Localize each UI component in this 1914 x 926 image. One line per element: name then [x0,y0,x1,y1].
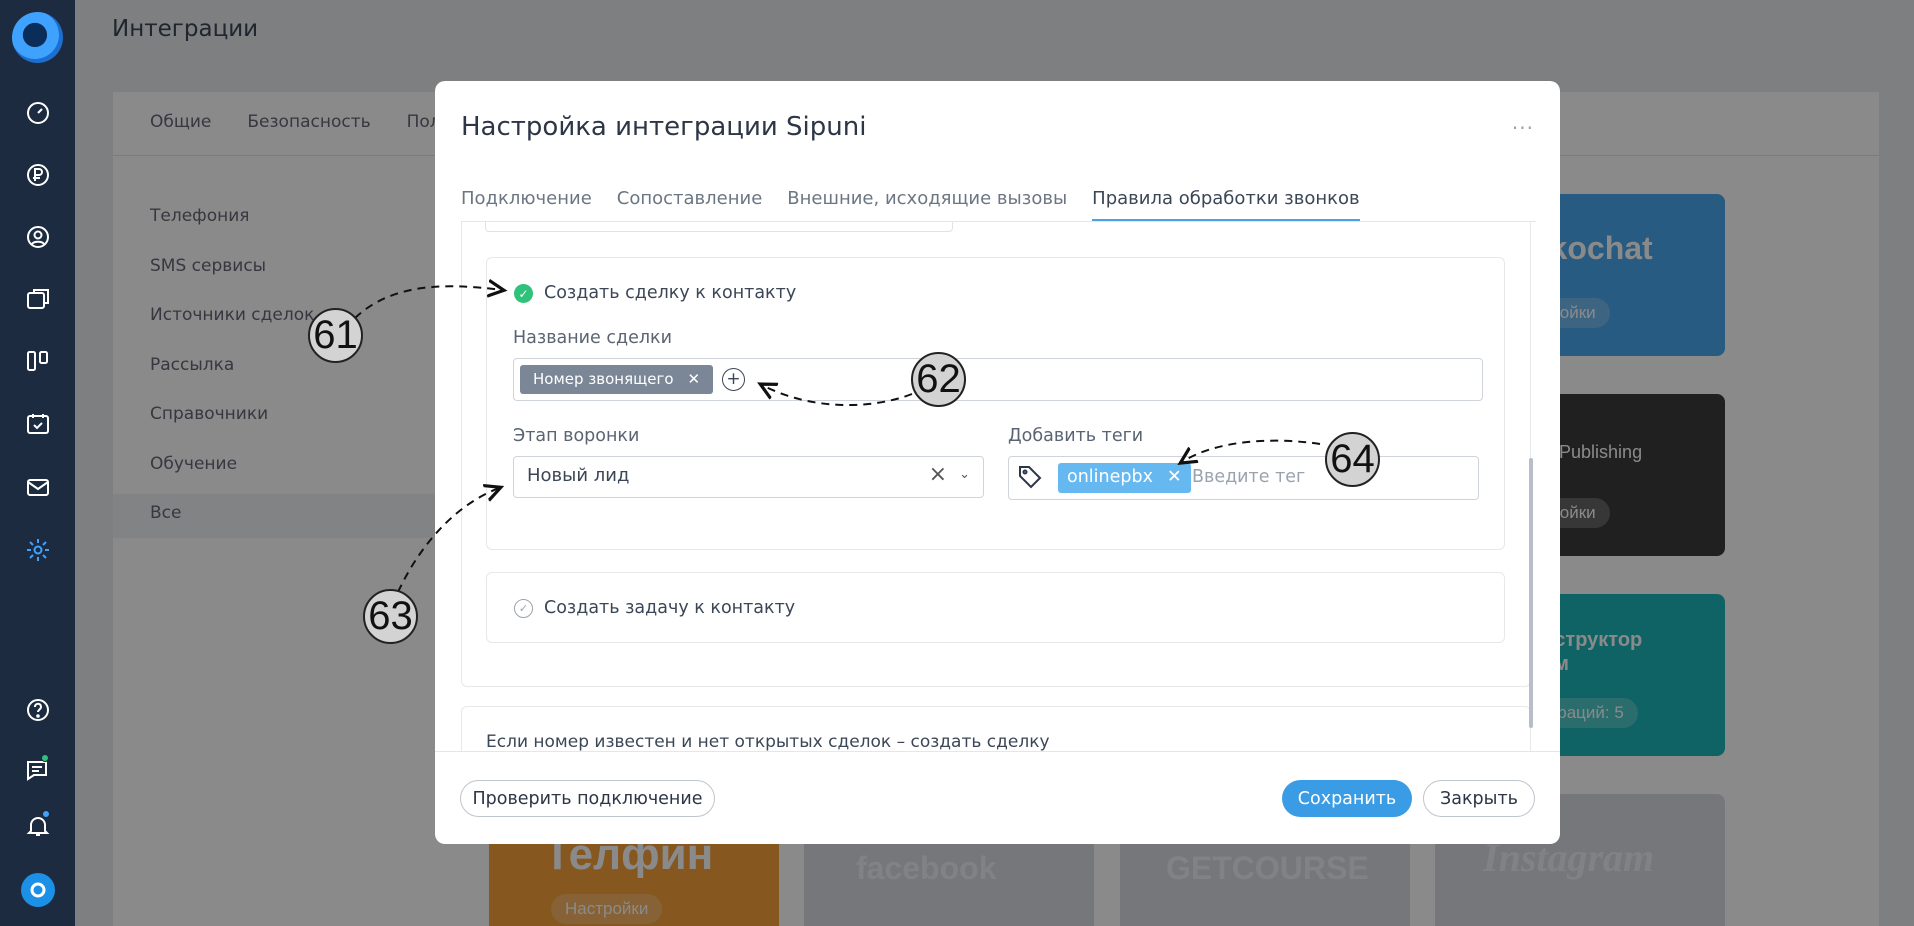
tags-field[interactable]: onlinepbx ✕ [1008,456,1479,500]
create-task-checkbox[interactable]: ✓ [514,599,533,618]
contacts-icon[interactable] [24,223,52,251]
previous-field [485,222,953,232]
app-logo-icon[interactable] [12,12,63,63]
calendar-icon[interactable] [24,410,52,438]
create-task-section: ✓ Создать задачу к контакту [486,572,1505,643]
ruble-icon[interactable] [24,161,52,189]
annotation-badge-64: 64 [1325,432,1380,487]
modal-title: Настройка интеграции Sipuni [461,112,867,142]
modal-tabs: Подключение Сопоставление Внешние, исход… [461,188,1360,221]
funnel-stage-select[interactable]: Новый лид × ⌄ [513,456,984,498]
modal-scroll-area[interactable]: ✓ Создать сделку к контакту Название сде… [435,222,1560,752]
new-deal-rule-card: Если номер известен и нет открытых сдело… [461,706,1531,752]
tab-external-calls[interactable]: Внешние, исходящие вызовы [787,188,1067,221]
tab-connection[interactable]: Подключение [461,188,592,221]
tag-chip-text: onlinepbx [1067,467,1153,487]
left-rail [0,0,75,926]
close-button[interactable]: Закрыть [1423,780,1535,817]
remove-tag-icon[interactable]: ✕ [1167,467,1182,493]
annotation-badge-61: 61 [308,308,363,363]
annotation-badge-62: 62 [911,352,966,407]
kanban-icon[interactable] [24,347,52,375]
create-task-label[interactable]: Создать задачу к контакту [544,598,795,618]
new-deal-rule-label[interactable]: Если номер известен и нет открытых сдело… [486,732,1050,752]
check-connection-button[interactable]: Проверить подключение [460,780,715,817]
annotation-badge-63: 63 [363,589,418,644]
deals-icon[interactable] [24,285,52,313]
tab-mapping[interactable]: Сопоставление [617,188,763,221]
deal-name-chip-text: Номер звонящего [533,370,674,388]
help-icon[interactable] [24,696,52,724]
notification-dot [42,810,50,818]
settings-gear-icon[interactable] [24,536,52,564]
more-options-icon[interactable]: ··· [1512,118,1534,138]
add-variable-icon[interactable]: + [722,368,745,391]
deal-name-field[interactable]: Номер звонящего ✕ + [513,358,1483,401]
clear-selection-icon[interactable]: × [929,462,947,487]
dashboard-icon[interactable] [24,99,52,127]
funnel-stage-value: Новый лид [527,465,630,486]
save-button[interactable]: Сохранить [1282,780,1412,817]
create-deal-section: ✓ Создать сделку к контакту Название сде… [486,257,1505,550]
tag-chip: onlinepbx ✕ [1058,463,1191,493]
chat-status-dot [41,754,49,762]
create-deal-checkbox[interactable]: ✓ [514,284,533,303]
deal-name-label: Название сделки [513,328,672,348]
chevron-down-icon[interactable]: ⌄ [959,467,970,482]
footer-divider [435,751,1560,752]
funnel-stage-label: Этап воронки [513,426,640,446]
scrollbar[interactable] [1529,458,1533,728]
deal-name-chip: Номер звонящего ✕ [520,365,714,394]
mail-icon[interactable] [24,473,52,501]
tab-call-rules[interactable]: Правила обработки звонков [1092,188,1360,221]
integration-settings-modal: Настройка интеграции Sipuni ··· Подключе… [435,81,1560,844]
tag-icon [1019,466,1042,489]
remove-chip-icon[interactable]: ✕ [688,370,701,394]
create-deal-label[interactable]: Создать сделку к контакту [544,283,796,303]
tags-label: Добавить теги [1008,426,1144,446]
support-icon[interactable] [21,873,55,907]
